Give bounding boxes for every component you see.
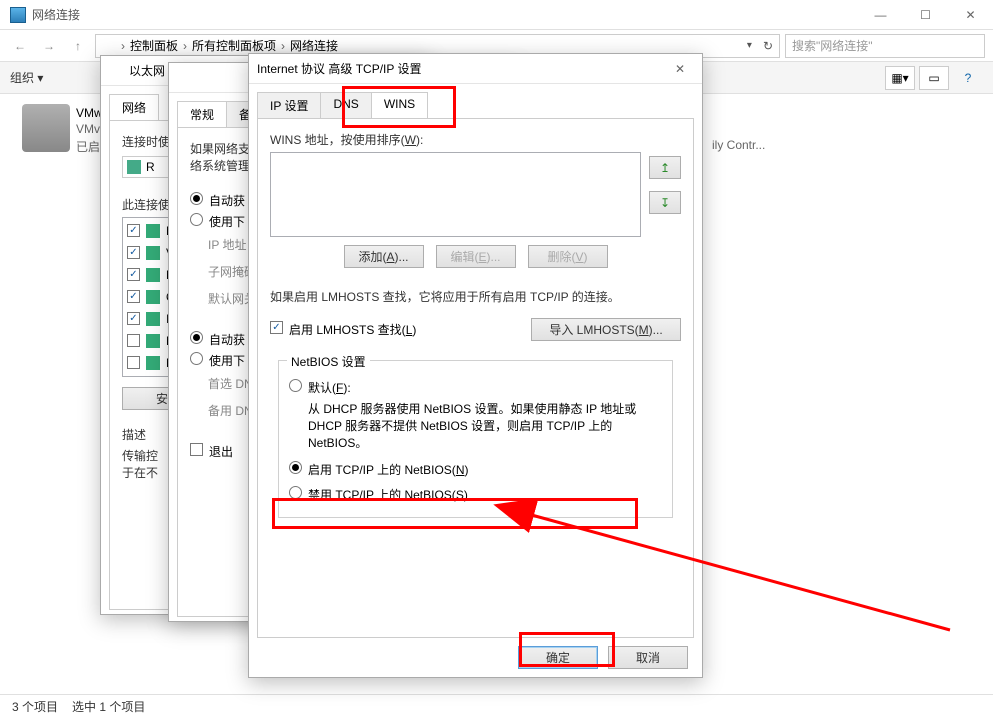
- breadcrumb-dropdown[interactable]: ▾: [747, 40, 752, 51]
- main-window-titlebar: 网络连接 — ☐ ✕: [0, 0, 993, 30]
- move-up-button[interactable]: ↥: [649, 156, 681, 179]
- radio-auto-dns[interactable]: 自动获: [209, 331, 245, 348]
- ok-button[interactable]: 确定: [518, 646, 598, 669]
- search-placeholder: 搜索"网络连接": [792, 37, 873, 54]
- close-button[interactable]: ✕: [948, 0, 993, 30]
- wins-addresses-label: WINS 地址，按使用排序(W):: [270, 131, 681, 148]
- minimize-button[interactable]: —: [858, 0, 903, 30]
- close-icon[interactable]: ✕: [666, 62, 694, 76]
- cancel-button[interactable]: 取消: [608, 646, 688, 669]
- status-count: 3 个项目: [12, 698, 58, 715]
- item-title[interactable]: VMw: [76, 106, 103, 120]
- tab-dns[interactable]: DNS: [320, 92, 371, 118]
- status-selected: 选中 1 个项目: [72, 698, 145, 715]
- exit-checkbox[interactable]: 退出: [209, 443, 233, 460]
- delete-button[interactable]: 删除(V): [528, 245, 608, 268]
- tab-network[interactable]: 网络: [109, 94, 159, 120]
- nav-back[interactable]: ←: [8, 34, 32, 58]
- app-icon: [10, 7, 26, 23]
- breadcrumb-root[interactable]: 控制面板: [130, 37, 178, 54]
- radio-auto-ip[interactable]: 自动获: [209, 192, 245, 209]
- default-desc: 从 DHCP 服务器使用 NetBIOS 设置。如果使用静态 IP 地址或 DH…: [308, 400, 648, 451]
- tab-ip-settings[interactable]: IP 设置: [257, 92, 321, 118]
- add-button[interactable]: 添加(A)...: [344, 245, 424, 268]
- dialog-advanced-tcpip: Internet 协议 高级 TCP/IP 设置 ✕ IP 设置 DNS WIN…: [248, 53, 703, 678]
- breadcrumb-l2[interactable]: 网络连接: [290, 37, 338, 54]
- item-sub1: VMv: [76, 122, 100, 136]
- lmhosts-note: 如果启用 LMHOSTS 查找，它将应用于所有启用 TCP/IP 的连接。: [270, 288, 681, 305]
- move-down-button[interactable]: ↧: [649, 191, 681, 214]
- netbios-group-label: NetBIOS 设置: [287, 353, 370, 370]
- edit-button[interactable]: 编辑(E)...: [436, 245, 516, 268]
- window-title: 网络连接: [32, 0, 80, 30]
- adapter-icon[interactable]: [22, 104, 70, 152]
- wins-list[interactable]: [270, 152, 641, 237]
- item-sub2: 已启: [76, 138, 100, 155]
- radio-disable-netbios[interactable]: 禁用 TCP/IP 上的 NetBIOS(S): [289, 486, 662, 503]
- import-lmhosts-button[interactable]: 导入 LMHOSTS(M)...: [531, 318, 681, 341]
- enable-lmhosts-checkbox[interactable]: ✓ 启用 LMHOSTS 查找(L): [270, 321, 521, 338]
- tab-wins[interactable]: WINS: [371, 92, 428, 118]
- breadcrumb-refresh-icon[interactable]: ↻: [763, 39, 773, 53]
- maximize-button[interactable]: ☐: [903, 0, 948, 30]
- organize-button[interactable]: 组织 ▾: [10, 69, 43, 86]
- status-bar: 3 个项目 选中 1 个项目: [0, 694, 993, 718]
- ethernet-icon: [109, 64, 123, 78]
- nav-up[interactable]: ↑: [66, 34, 90, 58]
- radio-use-dns[interactable]: 使用下: [209, 352, 245, 369]
- preview-pane-button[interactable]: ▭: [919, 66, 949, 90]
- radio-enable-netbios[interactable]: 启用 TCP/IP 上的 NetBIOS(N): [289, 461, 662, 478]
- search-input[interactable]: 搜索"网络连接": [785, 34, 985, 58]
- nav-forward[interactable]: →: [37, 34, 61, 58]
- breadcrumb-l1[interactable]: 所有控制面板项: [192, 37, 276, 54]
- dialog3-title: Internet 协议 高级 TCP/IP 设置 ✕: [249, 54, 702, 84]
- nic-icon: [127, 160, 141, 174]
- breadcrumb-icon: [102, 39, 116, 53]
- radio-default-netbios[interactable]: 默认(F): 从 DHCP 服务器使用 NetBIOS 设置。如果使用静态 IP…: [289, 379, 662, 451]
- view-options-button[interactable]: ▦▾: [885, 66, 915, 90]
- tab-general[interactable]: 常规: [177, 101, 227, 127]
- item-right-sub: ily Contr...: [712, 138, 765, 152]
- radio-use-ip[interactable]: 使用下: [209, 213, 245, 230]
- help-button[interactable]: ?: [953, 66, 983, 90]
